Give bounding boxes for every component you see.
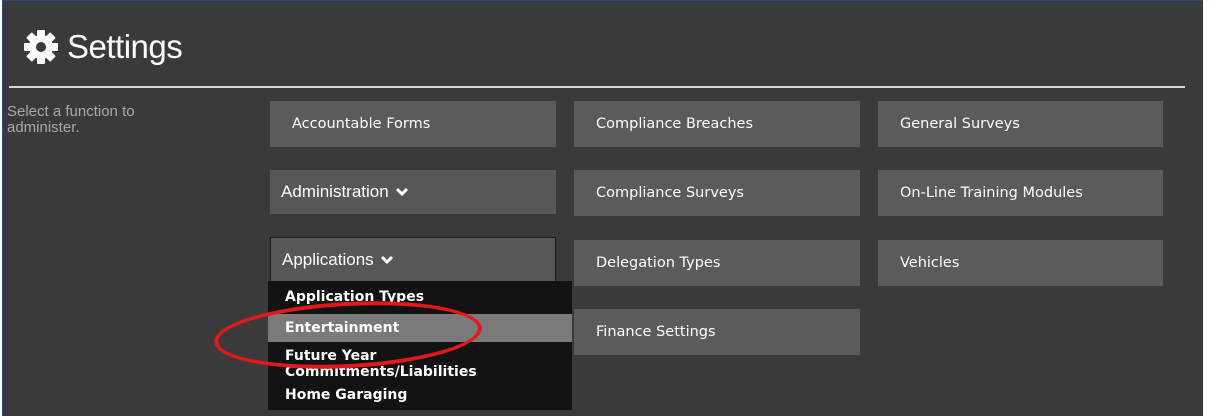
gear-icon xyxy=(24,30,58,64)
menu-item-label: Future Year Commitments/Liabilities xyxy=(285,348,477,380)
header-divider xyxy=(9,86,1185,88)
vehicles-label: Vehicles xyxy=(900,255,960,271)
online-training-modules-label: On-Line Training Modules xyxy=(900,185,1083,201)
menu-item-label: Entertainment xyxy=(285,320,400,336)
vehicles-button[interactable]: Vehicles xyxy=(878,240,1163,286)
menu-item-future-year-commitments[interactable]: Future Year Commitments/Liabilities xyxy=(268,348,572,380)
finance-settings-label: Finance Settings xyxy=(596,324,716,340)
menu-item-label: Home Garaging xyxy=(285,387,408,403)
compliance-surveys-label: Compliance Surveys xyxy=(596,185,744,201)
applications-label: Applications xyxy=(282,250,374,269)
applications-menu: Application Types Entertainment Future Y… xyxy=(268,281,572,410)
compliance-breaches-label: Compliance Breaches xyxy=(596,116,753,132)
delegation-types-label: Delegation Types xyxy=(596,255,721,271)
administration-dropdown[interactable]: Administration xyxy=(270,170,556,214)
delegation-types-button[interactable]: Delegation Types xyxy=(574,240,860,286)
page-title: Settings xyxy=(67,28,183,65)
instruction-text: Select a function to administer. xyxy=(7,103,135,136)
menu-item-application-types[interactable]: Application Types xyxy=(268,285,572,305)
applications-dropdown[interactable]: Applications xyxy=(270,237,556,283)
online-training-modules-button[interactable]: On-Line Training Modules xyxy=(878,170,1163,216)
finance-settings-button[interactable]: Finance Settings xyxy=(574,309,860,355)
settings-panel: Settings Select a function to administer… xyxy=(2,0,1203,416)
menu-item-entertainment[interactable]: Entertainment xyxy=(268,314,572,342)
chevron-down-icon xyxy=(395,187,408,197)
accountable-forms-label: Accountable Forms xyxy=(292,116,431,132)
general-surveys-button[interactable]: General Surveys xyxy=(878,101,1163,147)
compliance-breaches-button[interactable]: Compliance Breaches xyxy=(574,101,860,147)
administration-label: Administration xyxy=(281,182,389,201)
compliance-surveys-button[interactable]: Compliance Surveys xyxy=(574,170,860,216)
page-header: Settings xyxy=(21,23,183,71)
accountable-forms-button[interactable]: Accountable Forms xyxy=(270,101,556,147)
menu-item-home-garaging[interactable]: Home Garaging xyxy=(268,381,572,409)
menu-item-label: Application Types xyxy=(285,289,425,305)
general-surveys-label: General Surveys xyxy=(900,116,1020,132)
chevron-down-icon xyxy=(380,255,393,265)
